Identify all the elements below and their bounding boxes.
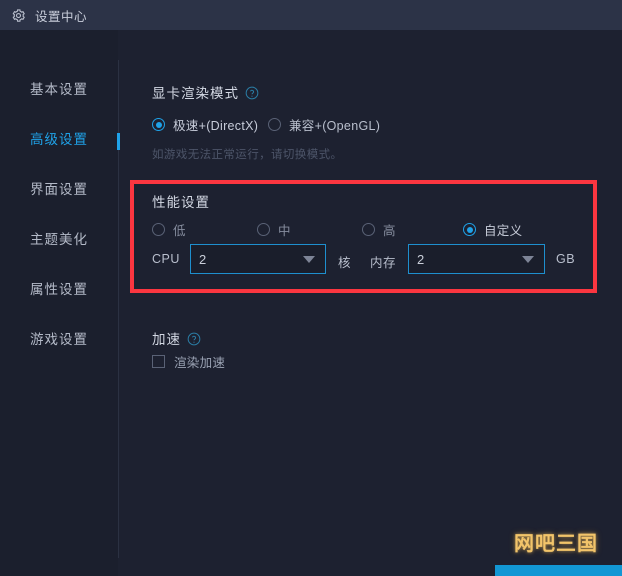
sidebar-item-label: 界面设置 bbox=[30, 182, 88, 197]
checkbox-label: 渲染加速 bbox=[174, 356, 226, 370]
chevron-down-icon bbox=[522, 256, 534, 263]
radio-high[interactable]: 高 bbox=[362, 220, 396, 239]
cpu-label: CPU bbox=[152, 252, 180, 266]
sidebar-item-label: 游戏设置 bbox=[30, 332, 88, 347]
sidebar-item-properties[interactable]: 属性设置 bbox=[0, 263, 118, 313]
watermark-logo: 网吧三国 bbox=[514, 533, 598, 555]
title-bar: 设置中心 bbox=[0, 0, 622, 30]
sidebar-item-label: 基本设置 bbox=[30, 82, 88, 97]
help-circle-icon[interactable] bbox=[187, 332, 201, 346]
memory-select[interactable]: 2 bbox=[408, 244, 545, 274]
sidebar-item-interface[interactable]: 界面设置 bbox=[0, 163, 118, 213]
checkbox-box bbox=[152, 355, 165, 368]
render-mode-title: 显卡渲染模式 bbox=[152, 82, 259, 102]
radio-dot bbox=[463, 223, 476, 236]
sidebar-item-label: 主题美化 bbox=[30, 232, 88, 247]
radio-dot bbox=[152, 118, 165, 131]
cpu-select[interactable]: 2 bbox=[190, 244, 326, 274]
radio-label: 极速+(DirectX) bbox=[173, 119, 259, 133]
radio-label: 高 bbox=[383, 224, 396, 238]
memory-value: 2 bbox=[417, 251, 425, 267]
radio-dot bbox=[268, 118, 281, 131]
radio-dot bbox=[257, 223, 270, 236]
radio-dot bbox=[362, 223, 375, 236]
sidebar-item-theme[interactable]: 主题美化 bbox=[0, 213, 118, 263]
memory-label: 内存 bbox=[370, 256, 397, 270]
content-panel: 显卡渲染模式 极速+(DirectX) 兼容+(OpenGL) 如游戏无法正常运… bbox=[118, 30, 622, 576]
radio-custom[interactable]: 自定义 bbox=[463, 220, 522, 239]
radio-dot bbox=[152, 223, 165, 236]
radio-label: 自定义 bbox=[484, 224, 523, 238]
radio-label: 兼容+(OpenGL) bbox=[289, 119, 381, 133]
gear-icon bbox=[12, 8, 25, 22]
cpu-unit: 核 bbox=[338, 256, 352, 270]
radio-opengl[interactable]: 兼容+(OpenGL) bbox=[268, 115, 380, 134]
chevron-down-icon bbox=[303, 256, 315, 263]
sidebar: 基本设置 高级设置 界面设置 主题美化 属性设置 游戏设置 bbox=[0, 30, 118, 576]
sidebar-item-basic[interactable]: 基本设置 bbox=[0, 63, 118, 113]
sidebar-item-game[interactable]: 游戏设置 bbox=[0, 313, 118, 363]
radio-low[interactable]: 低 bbox=[152, 220, 186, 239]
acceleration-title: 加速 bbox=[152, 328, 201, 348]
radio-medium[interactable]: 中 bbox=[257, 220, 291, 239]
performance-title: 性能设置 bbox=[152, 195, 210, 210]
settings-window: 设置中心 基本设置 高级设置 界面设置 主题美化 属性设置 游戏设置 显卡渲染模… bbox=[0, 0, 622, 576]
cpu-value: 2 bbox=[199, 251, 207, 267]
radio-label: 低 bbox=[173, 224, 186, 238]
window-title: 设置中心 bbox=[35, 9, 88, 24]
sidebar-item-label: 高级设置 bbox=[30, 132, 88, 147]
bottom-accent-bar bbox=[495, 565, 622, 576]
sidebar-item-label: 属性设置 bbox=[30, 282, 88, 297]
sidebar-item-advanced[interactable]: 高级设置 bbox=[0, 113, 118, 163]
render-mode-hint: 如游戏无法正常运行，请切换模式。 bbox=[152, 149, 343, 161]
radio-label: 中 bbox=[278, 224, 291, 238]
memory-unit: GB bbox=[556, 252, 576, 266]
radio-directx[interactable]: 极速+(DirectX) bbox=[152, 115, 258, 134]
help-circle-icon[interactable] bbox=[245, 86, 259, 100]
render-acceleration-checkbox[interactable]: 渲染加速 bbox=[152, 352, 225, 371]
